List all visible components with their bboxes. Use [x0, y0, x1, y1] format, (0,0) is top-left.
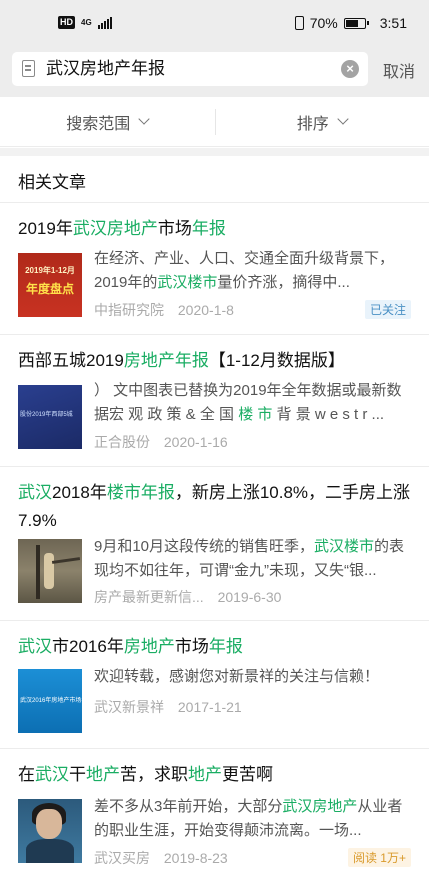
article-thumbnail[interactable]: 2019年1-12月 年度盘点 [18, 253, 82, 317]
search-box[interactable]: 武汉房地产年报 × [12, 52, 368, 86]
keyword-highlight: 楼 市 [238, 406, 273, 423]
article-snippet: 9月和10月这段传统的销售旺季，武汉楼市的表现均不如往年，可谓“金九”未现，又失… [94, 535, 415, 583]
article-card[interactable]: 2019年武汉房地产市场年报 2019年1-12月 年度盘点 在经济、产业、人口… [0, 202, 429, 334]
search-scope-filter[interactable]: 搜索范围 [0, 97, 215, 146]
keyword-highlight: 武汉房地产 [72, 219, 158, 238]
thumbnail-headline: 年度盘点 [25, 282, 74, 296]
article-date: 2020-1-8 [177, 302, 234, 318]
cancel-button[interactable]: 取消 [383, 58, 415, 82]
text-segment: 西部五城2019 [18, 351, 124, 370]
text-segment: 在 [18, 765, 35, 784]
keyword-highlight: 武汉楼市 [157, 274, 218, 291]
article-meta: 武汉买房 2019-8-23 [94, 848, 228, 868]
article-card[interactable]: 西部五城2019房地产年报【1-12月数据版】 股份2019年西部5城 ） 文中… [0, 334, 429, 466]
keyword-highlight: 武汉 [18, 483, 52, 502]
text-segment: 市2016年 [52, 637, 124, 656]
article-date: 2019-6-30 [217, 589, 282, 605]
search-bar: 武汉房地产年报 × 取消 [0, 52, 429, 97]
text-segment: 【1-12月数据版】 [208, 351, 345, 370]
keyword-highlight: 年报 [208, 637, 243, 656]
sort-filter[interactable]: 排序 [214, 97, 429, 146]
text-segment: 干 [69, 765, 86, 784]
thumbnail-caption: 武汉2016年房地产市场年报 [20, 698, 82, 704]
text-segment: 2018年 [52, 483, 107, 502]
network-type: 4G [81, 18, 92, 27]
text-segment: 市场 [157, 219, 192, 238]
article-snippet: 差不多从3年前开始，大部分武汉房地产从业者的职业生涯，开始变得颠沛流离。一场..… [94, 795, 415, 843]
battery-icon [343, 17, 369, 29]
keyword-highlight: 楼市年报 [106, 483, 175, 502]
article-date: 2019-8-23 [163, 850, 228, 866]
clock: 3:51 [379, 15, 407, 31]
keyword-highlight: 年报 [191, 219, 226, 238]
article-meta: 房产最新更新信... 2019-6-30 [94, 587, 281, 607]
article-source[interactable]: 房产最新更新信... [94, 589, 204, 605]
text-segment: 市场 [174, 637, 209, 656]
article-title[interactable]: 在武汉干地产苦，求职地产更苦啊 [18, 761, 415, 789]
keyword-highlight: 武汉 [18, 637, 52, 656]
keyword-highlight: 地产 [188, 765, 222, 784]
clear-icon[interactable]: × [341, 60, 359, 78]
search-scope-label: 搜索范围 [66, 115, 131, 133]
search-input[interactable]: 武汉房地产年报 [46, 58, 165, 80]
article-snippet: ） 文中图表已替换为2019年全年数据或最新数据宏 观 政 策 & 全 国 楼 … [94, 379, 415, 427]
article-source[interactable]: 武汉新景祥 [94, 699, 164, 715]
section-divider [0, 148, 429, 156]
article-source[interactable]: 武汉买房 [94, 850, 150, 866]
document-icon [22, 60, 35, 77]
text-segment: 2019年 [18, 219, 73, 238]
article-date: 2017-1-21 [177, 699, 242, 715]
battery-percent: 70% [309, 15, 338, 31]
thumbnail-caption: 股份2019年西部5城 [20, 412, 73, 418]
text-segment: 差不多从3年前开始，大部分 [94, 798, 283, 815]
sort-label: 排序 [296, 115, 329, 133]
article-source[interactable]: 正合股份 [94, 434, 150, 450]
article-meta: 正合股份 2020-1-16 [94, 432, 228, 452]
article-thumbnail[interactable]: 股份2019年西部5城 [18, 385, 82, 449]
keyword-highlight: 房地产 [123, 637, 175, 656]
thumbnail-caption: 2019年1-12月 [25, 266, 75, 275]
article-meta: 中指研究院 2020-1-8 [94, 300, 234, 320]
article-thumbnail[interactable] [18, 799, 82, 863]
article-card[interactable]: 武汉市2016年房地产市场年报 武汉2016年房地产市场年报 欢迎转载，感谢您对… [0, 620, 429, 748]
article-meta: 武汉新景祥 2017-1-21 [94, 697, 242, 717]
keyword-highlight: 武汉 [35, 765, 69, 784]
hd-indicator: HD [58, 16, 75, 29]
text-segment: 苦，求职 [120, 765, 188, 784]
article-snippet: 在经济、产业、人口、交通全面升级背景下，2019年的武汉楼市量价齐涨，摘得中..… [94, 247, 415, 295]
keyword-highlight: 地产 [86, 765, 120, 784]
article-thumbnail[interactable]: 武汉2016年房地产市场年报 [18, 669, 82, 733]
text-segment: 背 景 w e s t r ... [272, 406, 385, 423]
signal-icon [97, 16, 112, 29]
keyword-highlight: 武汉房地产 [282, 798, 358, 815]
followed-badge: 已关注 [364, 300, 411, 319]
text-segment: 量价齐涨，摘得中... [217, 274, 350, 291]
text-segment: 9月和10月这段传统的销售旺季， [94, 538, 315, 555]
article-date: 2020-1-16 [163, 434, 228, 450]
status-bar: HD 4G 70% 3:51 [0, 0, 429, 52]
read-count-badge: 阅读 1万+ [347, 848, 411, 867]
article-title[interactable]: 2019年武汉房地产市场年报 [18, 215, 415, 243]
article-card[interactable]: 在武汉干地产苦，求职地产更苦啊 差不多从3年前开始，大部分武汉房地产从业者的职业… [0, 748, 429, 883]
article-title[interactable]: 武汉市2016年房地产市场年报 [18, 633, 415, 661]
text-segment: 更苦啊 [222, 765, 273, 784]
article-title[interactable]: 西部五城2019房地产年报【1-12月数据版】 [18, 347, 415, 375]
article-title[interactable]: 武汉2018年楼市年报，新房上涨10.8%，二手房上涨7.9% [18, 479, 415, 535]
article-card[interactable]: 武汉2018年楼市年报，新房上涨10.8%，二手房上涨7.9% 9月和10月这段… [0, 466, 429, 620]
article-thumbnail[interactable] [18, 539, 82, 603]
section-title: 相关文章 [18, 173, 86, 192]
chevron-down-icon [337, 113, 349, 125]
keyword-highlight: 武汉楼市 [314, 538, 375, 555]
chevron-down-icon [138, 113, 150, 125]
text-segment: 欢迎转载，感谢您对新景祥的关注与信赖！ [94, 668, 380, 685]
vibrate-icon [294, 16, 304, 30]
keyword-highlight: 房地产年报 [123, 351, 209, 370]
filter-bar: 搜索范围 排序 [0, 97, 429, 147]
article-source[interactable]: 中指研究院 [94, 302, 164, 318]
